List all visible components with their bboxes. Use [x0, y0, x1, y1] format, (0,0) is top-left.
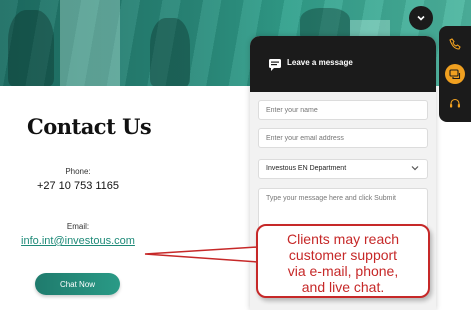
chat-button[interactable]	[445, 64, 465, 84]
phone-icon	[449, 38, 461, 50]
headset-icon	[450, 98, 460, 108]
chevron-down-icon	[417, 15, 425, 21]
annotation-line: Clients may reach	[286, 231, 400, 247]
email-input[interactable]	[258, 128, 428, 148]
contact-rail	[439, 26, 471, 122]
hero-light	[60, 0, 120, 86]
name-input[interactable]	[258, 100, 428, 120]
hero-figure	[8, 10, 54, 86]
annotation-text: Clients may reach customer support via e…	[258, 231, 428, 295]
phone-label: Phone:	[65, 167, 91, 176]
chat-panel-header: Leave a message	[250, 36, 436, 92]
chevron-down-icon	[411, 166, 419, 171]
annotation-line: via e-mail, phone,	[287, 263, 399, 279]
annotation-line: customer support	[288, 247, 398, 263]
phone-button[interactable]	[445, 34, 465, 54]
chat-bubble-icon	[449, 69, 461, 80]
message-icon	[269, 59, 281, 71]
email-link[interactable]: info.int@investous.com	[21, 235, 135, 247]
minimize-button[interactable]	[409, 6, 433, 30]
support-button[interactable]	[445, 94, 465, 114]
chat-panel-title: Leave a message	[287, 58, 353, 67]
hero-figure	[150, 18, 190, 86]
phone-value: +27 10 753 1165	[36, 180, 120, 192]
annotation-line: and live chat.	[301, 279, 385, 295]
chat-now-button[interactable]: Chat Now	[35, 273, 120, 295]
department-selected: Investous EN Department	[266, 165, 347, 172]
department-select[interactable]: Investous EN Department	[258, 159, 428, 179]
email-label: Email:	[66, 222, 90, 231]
contact-title: Contact Us	[27, 114, 152, 139]
hero-figure	[300, 8, 350, 38]
annotation-callout: Clients may reach customer support via e…	[256, 224, 430, 298]
